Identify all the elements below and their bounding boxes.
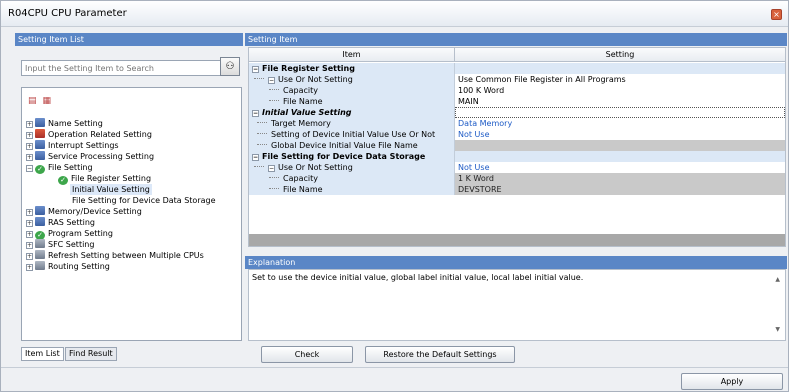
tree-item-sfc[interactable]: + SFC Setting (26, 239, 94, 250)
tree-item-operation-related[interactable]: + Operation Related Setting (26, 129, 152, 140)
tree-item-interrupt[interactable]: + Interrupt Settings (26, 140, 119, 151)
grid-row[interactable]: Capacity 1 K Word (249, 173, 785, 184)
collapse-icon[interactable]: − (252, 66, 259, 73)
grid-row[interactable]: − File Setting for Device Data Storage (249, 151, 785, 162)
grid-row[interactable]: − File Register Setting (249, 63, 785, 74)
expand-icon[interactable]: + (26, 231, 33, 238)
setting-icon (35, 118, 45, 127)
expand-icon[interactable]: + (26, 209, 33, 216)
setting-value[interactable]: Data Memory (455, 118, 785, 129)
grid-row[interactable]: File Name DEVSTORE (249, 184, 785, 195)
explanation-panel: Set to use the device initial value, glo… (248, 269, 786, 341)
explanation-text: Set to use the device initial value, glo… (252, 273, 584, 282)
collapse-all-icon[interactable]: ▦ (43, 96, 52, 106)
scroll-down-icon[interactable]: ▼ (775, 326, 780, 333)
tree-item-routing[interactable]: + Routing Setting (26, 261, 110, 272)
expand-icon[interactable]: + (26, 242, 33, 249)
title-bar: R04CPU CPU Parameter × (1, 1, 788, 27)
check-icon: ✓ (58, 176, 68, 185)
setting-value: DEVSTORE (455, 184, 785, 195)
grid-row[interactable]: File Name MAIN (249, 96, 785, 107)
expand-icon[interactable]: + (26, 253, 33, 260)
setting-value: 1 K Word (455, 173, 785, 184)
expand-icon[interactable]: + (26, 143, 33, 150)
tab-find-result[interactable]: Find Result (65, 347, 117, 361)
grid-empty-area (249, 234, 785, 246)
setting-icon (35, 261, 45, 270)
tree-item-ras[interactable]: + RAS Setting (26, 217, 95, 228)
tree-item-file-setting[interactable]: − ✓ File Setting (26, 162, 93, 174)
tab-item-list[interactable]: Item List (21, 347, 64, 361)
bottom-bar: Apply (1, 367, 788, 391)
collapse-icon[interactable]: − (268, 165, 275, 172)
setting-tree: ▤ ▦ + Name Setting + Operation Related Sett… (21, 87, 242, 341)
setting-value[interactable]: MAIN (455, 96, 785, 107)
tree-item-name-setting[interactable]: + Name Setting (26, 118, 103, 129)
close-icon[interactable]: × (771, 9, 782, 20)
setting-item-header: Setting Item (245, 33, 787, 46)
tree-item-service-processing[interactable]: + Service Processing Setting (26, 151, 154, 162)
grid-row[interactable]: Target Memory Data Memory (249, 118, 785, 129)
expand-icon[interactable]: + (26, 121, 33, 128)
setting-value[interactable]: Not Use (455, 162, 785, 173)
setting-value (455, 140, 785, 151)
apply-button[interactable]: Apply (681, 373, 783, 390)
grid-row[interactable]: − Initial Value Setting (249, 107, 785, 118)
tree-item-device-data-storage[interactable]: File Setting for Device Data Storage (72, 195, 216, 206)
check-button[interactable]: Check (261, 346, 353, 363)
setting-icon (35, 206, 45, 215)
setting-icon (35, 217, 45, 226)
collapse-icon[interactable]: − (252, 154, 259, 161)
setting-value[interactable]: Use Common File Register in All Programs (455, 74, 785, 85)
setting-value[interactable]: 100 K Word (455, 85, 785, 96)
binoculars-icon: ⚇ (225, 61, 235, 72)
setting-icon (35, 140, 45, 149)
expand-icon[interactable]: + (26, 132, 33, 139)
setting-icon (35, 151, 45, 160)
grid-row[interactable]: Global Device Initial Value File Name (249, 140, 785, 151)
grid-header: Item Setting (249, 48, 785, 62)
tree-item-file-register[interactable]: ✓ File Register Setting (58, 173, 151, 185)
explanation-header: Explanation (245, 256, 787, 269)
setting-icon (35, 250, 45, 259)
setting-icon (35, 239, 45, 248)
scroll-up-icon[interactable]: ▲ (775, 276, 780, 283)
collapse-icon[interactable]: − (252, 110, 259, 117)
settings-grid: Item Setting − File Register Setting − Use… (248, 47, 786, 247)
tree-item-refresh-multiple-cpus[interactable]: + Refresh Setting between Multiple CPUs (26, 250, 204, 261)
tree-item-initial-value[interactable]: Initial Value Setting (70, 184, 152, 195)
column-item: Item (249, 48, 455, 62)
grid-row[interactable]: − Use Or Not Setting Not Use (249, 162, 785, 173)
search-input[interactable] (21, 60, 227, 76)
expand-all-icon[interactable]: ▤ (28, 96, 37, 106)
expand-icon[interactable]: + (26, 264, 33, 271)
expand-icon[interactable]: + (26, 154, 33, 161)
tree-toolbar: ▤ ▦ (28, 96, 57, 106)
tree-item-memory-device[interactable]: + Memory/Device Setting (26, 206, 142, 217)
tree-item-program[interactable]: + ✓ Program Setting (26, 228, 113, 240)
setting-value[interactable]: Not Use (455, 129, 785, 140)
check-icon: ✓ (35, 165, 45, 174)
grid-row[interactable]: − Use Or Not Setting Use Common File Regi… (249, 74, 785, 85)
column-setting: Setting (605, 50, 635, 59)
restore-defaults-button[interactable]: Restore the Default Settings (365, 346, 515, 363)
grid-row[interactable]: Setting of Device Initial Value Use Or N… (249, 129, 785, 140)
collapse-icon[interactable]: − (268, 77, 275, 84)
parameter-window: R04CPU CPU Parameter × Setting Item List… (0, 0, 789, 392)
window-title: R04CPU CPU Parameter (8, 8, 127, 19)
expand-icon[interactable]: + (26, 220, 33, 227)
setting-icon (35, 129, 45, 138)
search-button[interactable]: ⚇ (220, 57, 240, 76)
setting-item-list-header: Setting Item List (15, 33, 243, 46)
grid-row[interactable]: Capacity 100 K Word (249, 85, 785, 96)
collapse-icon[interactable]: − (26, 165, 33, 172)
